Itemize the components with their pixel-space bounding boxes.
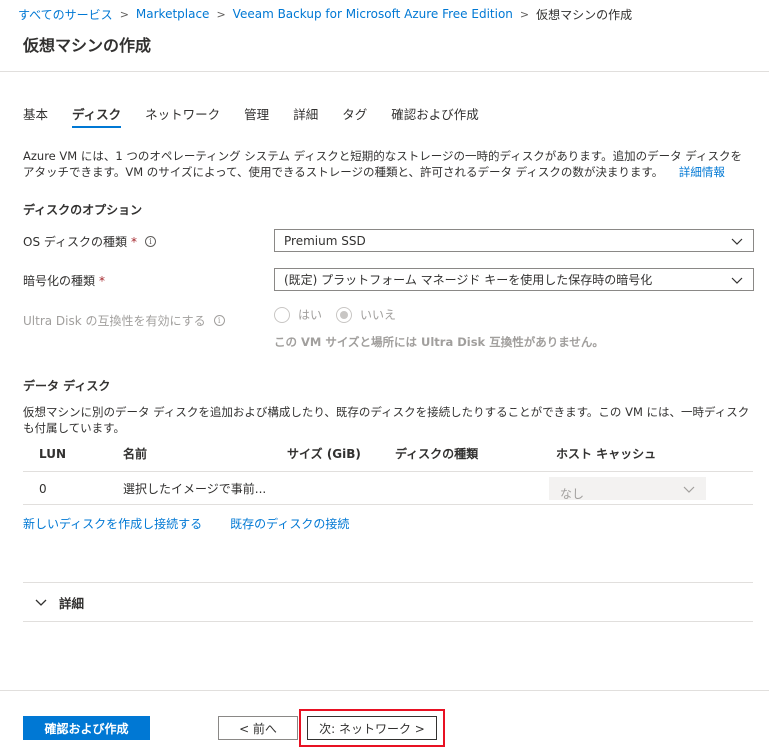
ultra-disk-radio-group: はい いいえ [274, 306, 410, 323]
tab-networking[interactable]: ネットワーク [145, 106, 220, 128]
radio-yes-label: はい [298, 308, 323, 322]
breadcrumb-all-services[interactable]: すべてのサービス [18, 6, 113, 23]
encryption-type-label: 暗号化の種類 * [23, 272, 105, 289]
column-disk-type: ディスクの種類 [395, 447, 479, 461]
radio-yes[interactable]: はい [274, 306, 322, 323]
os-disk-type-select[interactable]: Premium SSD [274, 229, 754, 252]
chevron-down-icon [683, 486, 695, 493]
highlight-annotation [299, 709, 445, 747]
breadcrumb-marketplace[interactable]: Marketplace [136, 7, 210, 21]
breadcrumb-separator: > [119, 7, 129, 21]
details-label: 詳細 [59, 595, 85, 611]
row-lun: 0 [39, 482, 47, 496]
tab-review-create[interactable]: 確認および作成 [391, 106, 479, 128]
chevron-down-icon [731, 238, 743, 245]
encryption-type-select[interactable]: (既定) プラットフォーム マネージド キーを使用した保存時の暗号化 [274, 268, 754, 291]
radio-no[interactable]: いいえ [336, 306, 396, 323]
breadcrumb-separator: > [216, 7, 226, 21]
column-size: サイズ (GiB) [287, 447, 361, 461]
breadcrumb-veeam[interactable]: Veeam Backup for Microsoft Azure Free Ed… [233, 7, 513, 21]
attach-existing-disk-link[interactable]: 既存のディスクの接続 [230, 515, 349, 532]
row-name: 選択したイメージで事前... [123, 482, 267, 496]
encryption-type-value: (既定) プラットフォーム マネージド キーを使用した保存時の暗号化 [284, 273, 653, 287]
encryption-type-label-text: 暗号化の種類 [23, 274, 96, 288]
details-expander[interactable]: 詳細 [23, 582, 753, 622]
tab-bar: 基本 ディスク ネットワーク 管理 詳細 タグ 確認および作成 [23, 106, 503, 128]
breadcrumb-current: 仮想マシンの作成 [536, 7, 633, 22]
radio-button-no[interactable] [336, 306, 353, 323]
page-title: 仮想マシンの作成 [23, 36, 152, 55]
disk-options-heading: ディスクのオプション [23, 203, 143, 217]
data-disk-actions: 新しいディスクを作成し接続する 既存のディスクの接続 [23, 515, 377, 532]
required-marker: * [131, 234, 138, 249]
column-lun: LUN [39, 447, 67, 461]
create-attach-disk-link[interactable]: 新しいディスクを作成し接続する [23, 515, 202, 532]
breadcrumb-separator: > [519, 7, 530, 21]
disks-description: Azure VM には、1 つのオペレーティング システム ディスクと短期的なス… [23, 148, 753, 180]
info-icon[interactable]: i [213, 315, 225, 326]
breadcrumb: すべてのサービス > Marketplace > Veeam Backup fo… [18, 5, 632, 23]
review-create-button[interactable]: 確認および作成 [23, 716, 150, 740]
description-text: Azure VM には、1 つのオペレーティング システム ディスクと短期的なス… [23, 149, 742, 179]
data-disks-description: 仮想マシンに別のデータ ディスクを追加および構成したり、既存のディスクを接続した… [23, 405, 750, 435]
host-cache-select[interactable]: なし [549, 477, 706, 501]
column-host-cache: ホスト キャッシュ [556, 447, 657, 461]
ultra-disk-label: Ultra Disk の互換性を有効にする i [23, 312, 225, 329]
os-disk-type-label-text: OS ディスクの種類 [23, 235, 128, 249]
data-disks-heading: データ ディスク [23, 379, 111, 393]
host-cache-value: なし [560, 487, 585, 501]
required-marker: * [99, 273, 106, 288]
data-disks-table-header: LUN 名前 サイズ (GiB) ディスクの種類 ホスト キャッシュ [23, 444, 753, 472]
radio-button-yes[interactable] [274, 306, 290, 323]
ultra-disk-label-text: Ultra Disk の互換性を有効にする [23, 314, 206, 328]
chevron-down-icon [731, 277, 743, 284]
header-divider [0, 71, 769, 72]
tab-disks[interactable]: ディスク [72, 106, 122, 128]
footer-divider [0, 690, 769, 691]
chevron-down-icon [35, 599, 47, 606]
previous-button[interactable]: < 前へ [218, 716, 298, 740]
learn-more-link[interactable]: 詳細情報 [679, 165, 725, 179]
os-disk-type-value: Premium SSD [284, 233, 366, 248]
ultra-disk-note: この VM サイズと場所には Ultra Disk 互換性がありません。 [274, 335, 604, 349]
tab-management[interactable]: 管理 [244, 106, 269, 128]
tab-basics[interactable]: 基本 [23, 106, 48, 128]
os-disk-type-label: OS ディスクの種類 * i [23, 233, 157, 250]
radio-no-label: いいえ [360, 308, 397, 322]
tab-tags[interactable]: タグ [342, 106, 367, 128]
tab-advanced[interactable]: 詳細 [293, 106, 318, 128]
column-name: 名前 [123, 447, 148, 461]
info-icon[interactable]: i [145, 236, 157, 247]
table-row: 0 選択したイメージで事前... なし [23, 473, 753, 505]
